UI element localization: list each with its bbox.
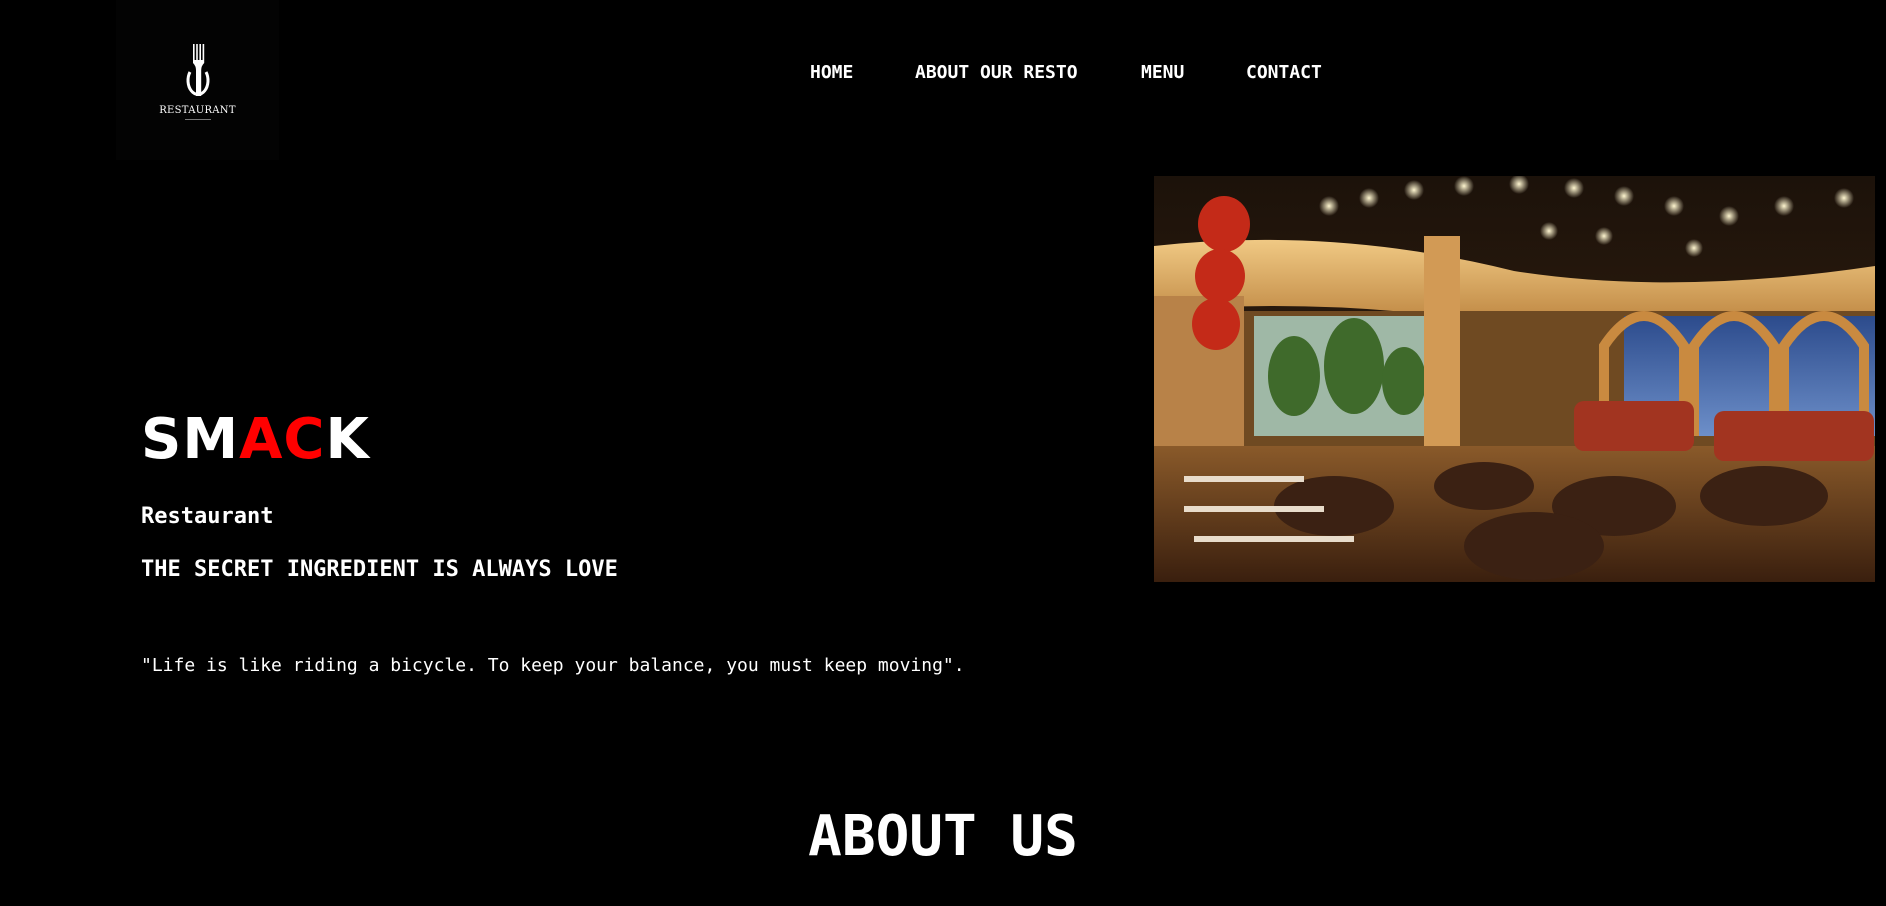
restaurant-interior-illustration: [1154, 176, 1875, 582]
logo-text: RESTAURANT: [159, 105, 236, 116]
quote: "Life is like riding a bicycle. To keep …: [141, 655, 965, 676]
page: RESTAURANT HOME ABOUT OUR RESTO MENU CON…: [0, 0, 1886, 906]
logo-divider: [184, 119, 211, 120]
about-section-title: ABOUT US: [808, 804, 1078, 869]
hero-text: SMACK Restaurant THE SECRET INGREDIENT I…: [141, 405, 1121, 676]
restaurant-interior-image: [1154, 176, 1875, 582]
brand-part-2: K: [325, 407, 370, 472]
brand-accent: AC: [239, 407, 326, 472]
nav-item-about[interactable]: ABOUT OUR RESTO: [915, 62, 1078, 83]
nav-item-contact[interactable]: CONTACT: [1246, 62, 1322, 83]
brand-title: SMACK: [141, 405, 1121, 475]
tagline: THE SECRET INGREDIENT IS ALWAYS LOVE: [141, 557, 618, 582]
main-nav: HOME ABOUT OUR RESTO MENU CONTACT: [0, 62, 1886, 88]
brand-part-1: SM: [141, 407, 240, 472]
nav-item-home[interactable]: HOME: [810, 62, 853, 83]
brand-subtitle: Restaurant: [141, 504, 274, 529]
nav-item-menu[interactable]: MENU: [1141, 62, 1184, 83]
